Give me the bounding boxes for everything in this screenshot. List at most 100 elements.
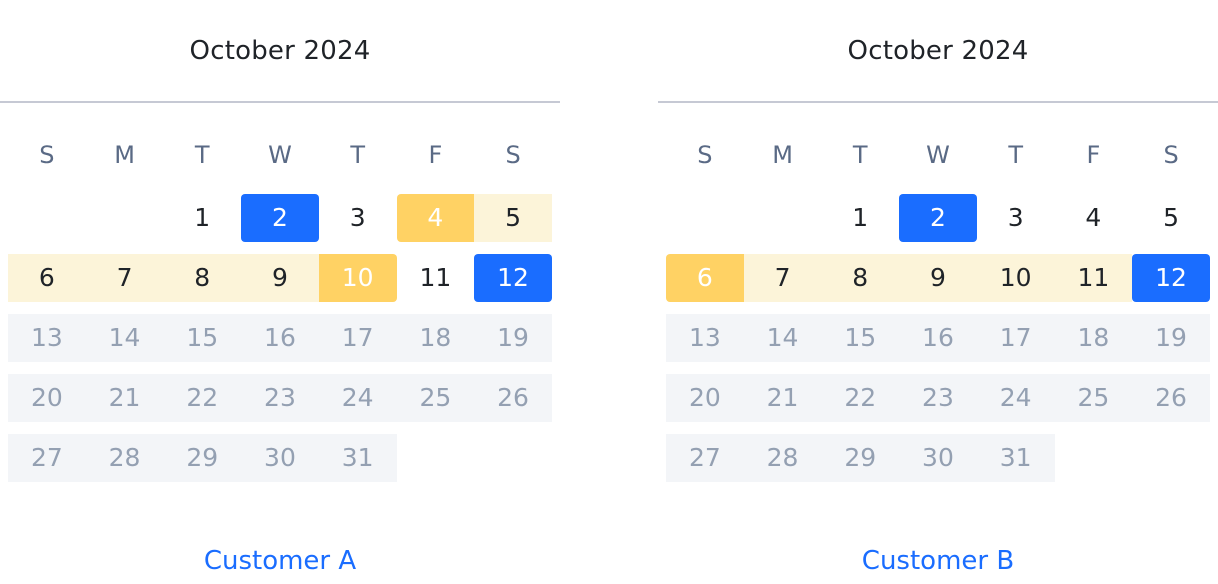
- day-cell-in-range[interactable]: 9: [241, 254, 319, 302]
- day-cell-future[interactable]: 29: [163, 434, 242, 482]
- customer-a-link[interactable]: Customer A: [0, 546, 560, 576]
- day-cell-future[interactable]: 16: [899, 314, 977, 362]
- empty-day-cell: [397, 434, 475, 482]
- day-cell-future[interactable]: 22: [821, 374, 900, 422]
- day-cell-future[interactable]: 24: [976, 374, 1055, 422]
- day-cell-future[interactable]: 17: [976, 314, 1055, 362]
- day-cell-in-range[interactable]: 9: [899, 254, 977, 302]
- day-cell-future[interactable]: 22: [163, 374, 242, 422]
- day-cell-in-range[interactable]: 8: [163, 254, 242, 302]
- day-cell-normal[interactable]: 3: [977, 194, 1055, 242]
- day-cell-future[interactable]: 31: [976, 434, 1055, 482]
- weekday-label: M: [772, 141, 793, 169]
- weekday-label: T: [194, 141, 210, 169]
- day-cell-future[interactable]: 15: [163, 314, 242, 362]
- day-cell-future[interactable]: 29: [821, 434, 900, 482]
- day-cell-future[interactable]: 23: [899, 374, 977, 422]
- week-row: 12345: [8, 194, 552, 242]
- day-cell-future[interactable]: 16: [241, 314, 319, 362]
- day-cell-future[interactable]: 18: [1054, 314, 1133, 362]
- day-cell-future[interactable]: 27: [666, 434, 744, 482]
- calendar-customer-a: October 2024 SMTWTFS 1 2 3 4 5 6 7 8 9 10 11 12 13 14…: [0, 0, 560, 584]
- day-cell-normal[interactable]: 5: [1132, 194, 1210, 242]
- day-cell-future[interactable]: 13: [8, 314, 86, 362]
- day-cell-normal[interactable]: 3: [319, 194, 397, 242]
- day-cell-normal[interactable]: 4: [1055, 194, 1133, 242]
- day-cell-normal[interactable]: 11: [397, 254, 475, 302]
- day-cell-future[interactable]: 13: [666, 314, 744, 362]
- day-cell-future[interactable]: 21: [743, 374, 822, 422]
- day-cell-future[interactable]: 30: [899, 434, 977, 482]
- empty-day-cell: [744, 194, 822, 242]
- calendar-customer-b: October 2024 SMTWTFS 1 2 3 4 5 6 7 8 9 10 11 12 13 14…: [658, 0, 1218, 584]
- day-cell-in-range[interactable]: 5: [474, 194, 552, 242]
- day-cell-selected[interactable]: 12: [474, 254, 552, 302]
- day-cell-in-range[interactable]: 6: [8, 254, 86, 302]
- day-cell-in-range[interactable]: 11: [1054, 254, 1133, 302]
- weekday-label: S: [505, 141, 521, 169]
- week-row: 27 28 29 30 31: [666, 434, 1210, 482]
- day-cell-future[interactable]: 17: [318, 314, 397, 362]
- month-title: October 2024: [847, 36, 1029, 66]
- empty-day-cell: [1132, 434, 1210, 482]
- day-cell-in-range[interactable]: 8: [821, 254, 900, 302]
- empty-day-cell: [474, 434, 552, 482]
- empty-day-cell: [1055, 434, 1133, 482]
- week-row: 6 7 8 9 10 11 12: [666, 254, 1210, 302]
- day-cell-future[interactable]: 26: [1132, 374, 1210, 422]
- header-divider: [658, 101, 1218, 103]
- day-cell-future[interactable]: 21: [85, 374, 164, 422]
- week-row: 13 14 15 16 17 18 19: [666, 314, 1210, 362]
- day-cell-future[interactable]: 24: [318, 374, 397, 422]
- day-cell-future[interactable]: 19: [1132, 314, 1210, 362]
- day-cell-future[interactable]: 25: [396, 374, 475, 422]
- day-cell-future[interactable]: 27: [8, 434, 86, 482]
- weekday-label: S: [697, 141, 713, 169]
- day-cell-future[interactable]: 15: [821, 314, 900, 362]
- day-cell-future[interactable]: 18: [396, 314, 475, 362]
- day-cell-normal[interactable]: 1: [821, 194, 899, 242]
- weekday-header: SMTWTFS: [666, 141, 1210, 169]
- week-row: 27 28 29 30 31: [8, 434, 552, 482]
- day-cell-in-range[interactable]: 7: [85, 254, 164, 302]
- customer-b-link[interactable]: Customer B: [658, 546, 1218, 576]
- day-cell-in-range[interactable]: 7: [743, 254, 822, 302]
- day-cell-future[interactable]: 26: [474, 374, 552, 422]
- day-cell-future[interactable]: 14: [743, 314, 822, 362]
- day-cell-future[interactable]: 20: [8, 374, 86, 422]
- weekday-label: M: [114, 141, 135, 169]
- day-cell-selected[interactable]: 12: [1132, 254, 1210, 302]
- empty-day-cell: [8, 194, 86, 242]
- weekday-label: W: [268, 141, 292, 169]
- day-cell-normal[interactable]: 1: [163, 194, 241, 242]
- week-row: 6 7 8 9 10 11 12: [8, 254, 552, 302]
- empty-day-cell: [666, 194, 744, 242]
- day-cell-future[interactable]: 19: [474, 314, 552, 362]
- day-cell-in-range[interactable]: 10: [976, 254, 1055, 302]
- weekday-label: W: [926, 141, 950, 169]
- day-cell-future[interactable]: 23: [241, 374, 319, 422]
- day-cell-future[interactable]: 14: [85, 314, 164, 362]
- day-cell-selected[interactable]: 2: [899, 194, 977, 242]
- week-row: 13 14 15 16 17 18 19: [8, 314, 552, 362]
- day-cell-range-start[interactable]: 4: [396, 194, 475, 242]
- weekday-label: F: [428, 141, 443, 169]
- day-cell-future[interactable]: 25: [1054, 374, 1133, 422]
- day-cell-future[interactable]: 28: [743, 434, 822, 482]
- day-cell-future[interactable]: 30: [241, 434, 319, 482]
- empty-day-cell: [86, 194, 164, 242]
- weekday-label: T: [852, 141, 868, 169]
- day-cell-selected[interactable]: 2: [241, 194, 319, 242]
- weekday-header: SMTWTFS: [8, 141, 552, 169]
- weekday-label: S: [39, 141, 55, 169]
- day-cell-range-start[interactable]: 6: [666, 254, 744, 302]
- day-cell-future[interactable]: 31: [318, 434, 397, 482]
- weekday-label: T: [1008, 141, 1023, 169]
- week-row: 20 21 22 23 24 25 26: [8, 374, 552, 422]
- day-cell-future[interactable]: 28: [85, 434, 164, 482]
- week-row: 12345: [666, 194, 1210, 242]
- header-divider: [0, 101, 560, 103]
- day-cell-future[interactable]: 20: [666, 374, 744, 422]
- weekday-label: T: [350, 141, 365, 169]
- day-cell-range-end[interactable]: 10: [318, 254, 397, 302]
